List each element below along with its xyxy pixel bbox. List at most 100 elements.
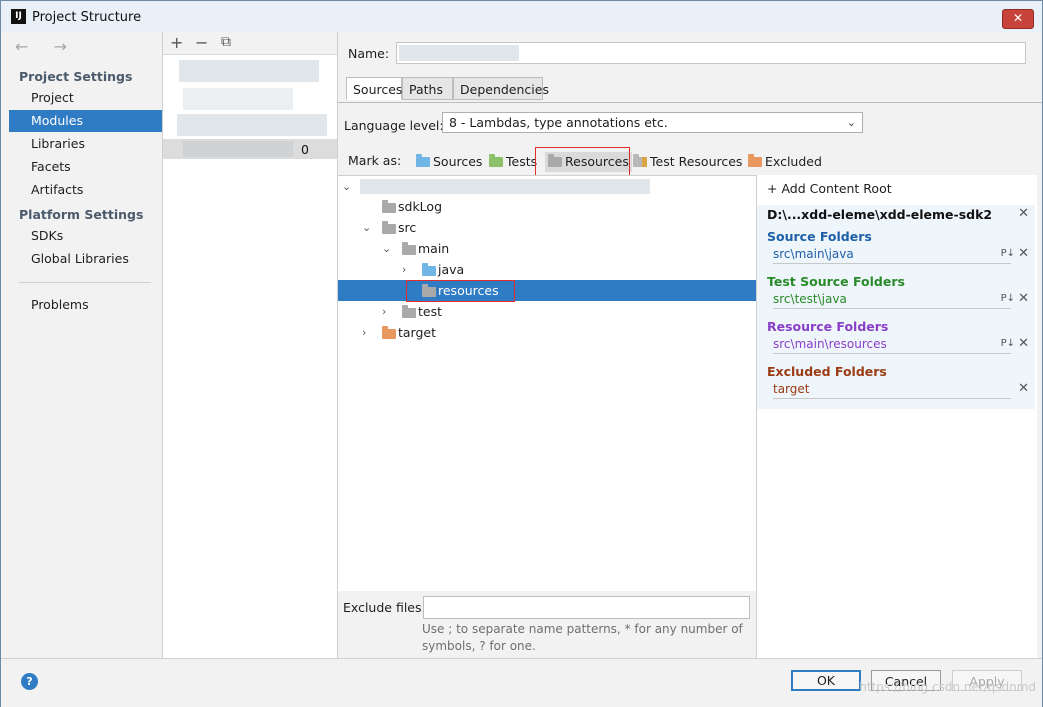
test-source-folder-item: src\test\java (773, 292, 1011, 309)
back-forward-arrows-icon[interactable]: ← → (15, 37, 77, 56)
folder-icon (402, 242, 416, 255)
exclude-files-input[interactable] (423, 596, 750, 619)
tree-row-main[interactable]: ⌄ main (338, 238, 756, 259)
redacted-module-name (183, 88, 293, 110)
modules-list-panel: + − ⧉ 0 (163, 32, 338, 658)
folder-properties-icon[interactable]: P↓ (1001, 338, 1015, 349)
language-level-label: Language level: (344, 118, 444, 133)
mark-as-label: Mark as: (348, 153, 402, 168)
sidebar-item-facets[interactable]: Facets (9, 156, 162, 178)
dialog-button-bar: ? OK Cancel Apply https://blog.csdn.net/… (1, 658, 1042, 707)
excluded-folder-icon (382, 326, 396, 339)
ok-button[interactable]: OK (791, 670, 861, 691)
remove-test-folder-icon[interactable]: ✕ (1018, 291, 1029, 306)
chevron-right-icon[interactable]: › (402, 259, 406, 280)
mark-as-excluded-button[interactable]: Excluded (748, 152, 822, 172)
name-label: Name: (348, 46, 390, 61)
help-icon[interactable]: ? (21, 673, 38, 690)
mark-as-tests-button[interactable]: Tests (489, 152, 537, 172)
sidebar-item-artifacts[interactable]: Artifacts (9, 179, 162, 201)
mark-as-sources-button[interactable]: Sources (416, 152, 482, 172)
exclude-hint-line-1: Use ; to separate name patterns, * for a… (422, 622, 743, 636)
source-folder-tree: ⌄ sdkLog ⌄ src ⌄ main › java resources ›… (338, 175, 756, 591)
language-level-value: 8 - Lambdas, type annotations etc. (449, 115, 668, 130)
remove-content-root-icon[interactable]: ✕ (1018, 206, 1029, 221)
folder-properties-icon[interactable]: P↓ (1001, 248, 1015, 259)
window-title: Project Structure (32, 10, 142, 25)
module-name-field[interactable] (396, 42, 1026, 64)
sidebar-item-modules[interactable]: Modules (9, 110, 162, 132)
tab-divider (338, 102, 1042, 103)
platform-settings-header: Platform Settings (19, 207, 144, 222)
sources-folder-icon (422, 263, 436, 276)
chevron-right-icon[interactable]: › (362, 322, 366, 343)
sources-folder-icon (416, 154, 430, 167)
chevron-down-icon: ⌄ (846, 116, 856, 129)
language-level-select[interactable]: 8 - Lambdas, type annotations etc. ⌄ (442, 112, 863, 133)
content-root-card: D:\...xdd-eleme\xdd-eleme-sdk2 ✕ Source … (757, 205, 1035, 409)
remove-excluded-folder-icon[interactable]: ✕ (1018, 381, 1029, 396)
sidebar-item-global-libraries[interactable]: Global Libraries (9, 248, 162, 270)
tree-row-src[interactable]: ⌄ src (338, 217, 756, 238)
remove-source-folder-icon[interactable]: ✕ (1018, 246, 1029, 261)
test-resources-folder-icon (633, 154, 647, 167)
tab-sources[interactable]: Sources (346, 77, 402, 100)
tree-row-sdklog[interactable]: sdkLog (338, 196, 756, 217)
excluded-folder-icon (748, 154, 762, 167)
title-bar: IJ Project Structure ✕ (1, 1, 1042, 32)
source-folder-item: src\main\java (773, 247, 1011, 264)
project-settings-header: Project Settings (19, 69, 133, 84)
redacted-module-name (177, 114, 327, 136)
exclude-files-hint: Use ; to separate name patterns, * for a… (422, 621, 752, 655)
folder-properties-icon[interactable]: P↓ (1001, 293, 1015, 304)
chevron-down-icon[interactable]: ⌄ (362, 217, 371, 238)
remove-resource-folder-icon[interactable]: ✕ (1018, 336, 1029, 351)
tree-label-src: src (398, 220, 417, 235)
tree-row-module-root[interactable]: ⌄ (338, 176, 756, 197)
chevron-down-icon[interactable]: ⌄ (382, 238, 391, 259)
add-content-root-button[interactable]: + Add Content Root (767, 181, 892, 196)
tree-label-target: target (398, 325, 437, 340)
remove-module-icon[interactable]: − (195, 33, 208, 52)
folder-icon (382, 200, 396, 213)
tab-paths[interactable]: Paths (402, 77, 453, 100)
watermark-text: https://blog.csdn.net/qsdnmd (859, 680, 1036, 694)
chevron-right-icon[interactable]: › (382, 301, 386, 322)
mark-as-test-resources-label: Test Resources (650, 154, 743, 169)
tab-dependencies[interactable]: Dependencies (453, 77, 549, 100)
tree-row-java[interactable]: › java (338, 259, 756, 280)
settings-sidebar: ← → Project Settings Project Modules Lib… (1, 32, 163, 658)
sidebar-item-libraries[interactable]: Libraries (9, 133, 162, 155)
chevron-down-icon[interactable]: ⌄ (342, 176, 351, 197)
redacted-module-name (399, 45, 519, 61)
sidebar-item-sdks[interactable]: SDKs (9, 225, 162, 247)
close-window-button[interactable]: ✕ (1002, 9, 1034, 29)
folder-icon (382, 221, 396, 234)
module-editor: Name: Sources Paths Dependencies Languag… (338, 32, 1042, 658)
sidebar-divider (19, 282, 151, 283)
tree-row-test[interactable]: › test (338, 301, 756, 322)
tree-label-sdklog: sdkLog (398, 199, 443, 214)
tree-label-main: main (418, 241, 450, 256)
tree-label-java: java (438, 262, 465, 277)
modules-toolbar: + − ⧉ (163, 32, 337, 55)
folder-icon (402, 305, 416, 318)
sidebar-item-project[interactable]: Project (9, 87, 162, 109)
source-folders-header: Source Folders (767, 229, 872, 244)
excluded-folder-item: target (773, 382, 1011, 399)
sidebar-item-problems[interactable]: Problems (9, 294, 162, 316)
tree-row-target[interactable]: › target (338, 322, 756, 343)
intellij-app-icon: IJ (11, 9, 26, 24)
tree-row-resources[interactable]: resources (338, 280, 756, 301)
redacted-module-name (183, 141, 293, 157)
mark-as-tests-label: Tests (506, 154, 538, 169)
mark-as-excluded-label: Excluded (765, 154, 822, 169)
project-structure-window: IJ Project Structure ✕ ← → Project Setti… (0, 0, 1043, 707)
content-roots-panel: + Add Content Root D:\...xdd-eleme\xdd-e… (756, 175, 1037, 658)
add-module-icon[interactable]: + (170, 33, 183, 52)
mark-as-test-resources-button[interactable]: Test Resources (633, 152, 742, 172)
exclude-hint-line-2: symbols, ? for one. (422, 639, 536, 653)
resource-folders-header: Resource Folders (767, 319, 889, 334)
copy-module-icon[interactable]: ⧉ (221, 34, 231, 50)
module-count: 0 (301, 142, 309, 157)
